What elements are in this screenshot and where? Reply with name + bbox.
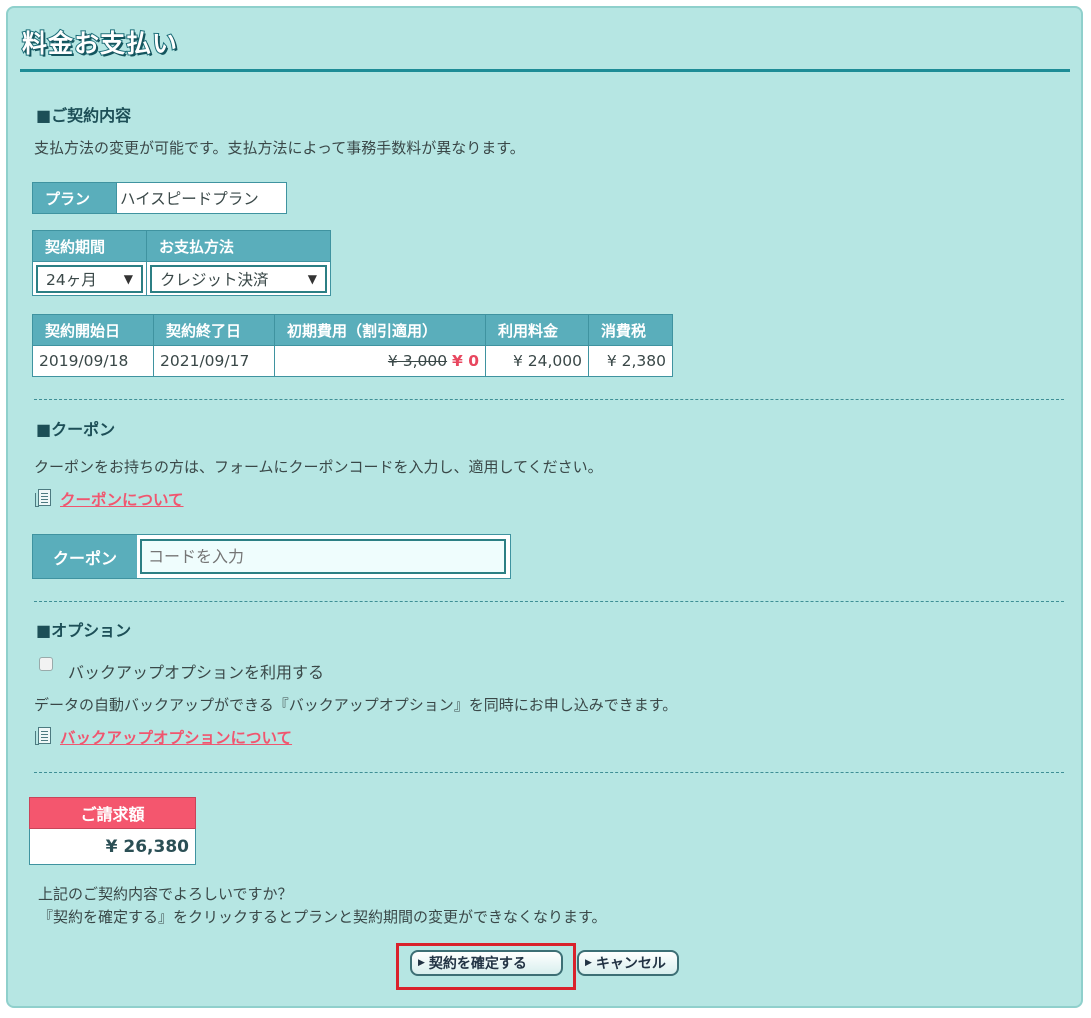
fee-header-usage: 利用料金 (485, 314, 589, 346)
end-date: 2021/09/17 (153, 345, 275, 377)
confirm-question: 上記のご契約内容でよろしいですか？ (38, 885, 293, 903)
coupon-input[interactable] (140, 539, 506, 574)
tax: ¥ 2,380 (588, 345, 673, 377)
divider (34, 399, 1064, 400)
contract-heading: ■ご契約内容 (36, 106, 132, 125)
initial-fee-original: ¥ 3,000 (387, 352, 448, 370)
period-payment-table: 契約期間 お支払方法 24ヶ月 ▼ クレジット決済 ▼ (32, 230, 331, 296)
start-date: 2019/09/18 (32, 345, 154, 377)
coupon-form: クーポン (32, 534, 511, 579)
payment-label: お支払方法 (146, 230, 331, 262)
initial-fee-discounted: ¥ 0 (452, 352, 479, 370)
divider (34, 601, 1064, 602)
period-select-value: 24ヶ月 (46, 270, 97, 289)
fee-table: 契約開始日 契約終了日 初期費用（割引適用） 利用料金 消費税 2019/09/… (32, 314, 673, 377)
page-title: 料金お支払い (21, 28, 179, 59)
contract-description: 支払方法の変更が可能です。支払方法によって事務手数料が異なります。 (34, 139, 525, 157)
billing-label: ご請求額 (29, 797, 196, 829)
fee-header-tax: 消費税 (588, 314, 673, 346)
cancel-button[interactable]: ▶ キャンセル (577, 950, 679, 976)
chevron-down-icon: ▼ (123, 271, 133, 286)
confirm-contract-button[interactable]: ▶ 契約を確定する (410, 950, 563, 976)
confirm-contract-label: 契約を確定する (428, 956, 527, 972)
backup-option-checkbox[interactable] (39, 657, 53, 671)
coupon-info-link[interactable]: クーポンについて (60, 488, 184, 510)
play-icon: ▶ (418, 958, 425, 968)
document-icon (35, 489, 51, 507)
backup-option-label[interactable]: バックアップオプションを利用する (68, 659, 324, 683)
coupon-description: クーポンをお持ちの方は、フォームにクーポンコードを入力し、適用してください。 (34, 458, 603, 476)
coupon-heading: ■クーポン (36, 420, 116, 439)
fee-header-start: 契約開始日 (32, 314, 154, 346)
option-heading: ■オプション (36, 621, 132, 640)
usage-fee: ¥ 24,000 (485, 345, 589, 377)
period-select[interactable]: 24ヶ月 ▼ (36, 264, 143, 293)
backup-option-info-link[interactable]: バックアップオプションについて (60, 726, 292, 748)
initial-fee-cell: ¥ 3,000 ¥ 0 (274, 345, 486, 377)
payment-select[interactable]: クレジット決済 ▼ (150, 264, 327, 293)
plan-value: ハイスピードプラン (116, 182, 287, 214)
play-icon: ▶ (585, 958, 592, 968)
period-label: 契約期間 (32, 230, 147, 262)
option-description: データの自動バックアップができる『バックアップオプション』を同時にお申し込みでき… (34, 696, 678, 714)
title-bar: 料金お支払い (20, 18, 1070, 72)
confirm-warning: 『契約を確定する』をクリックするとプランと契約期間の変更ができなくなります。 (38, 908, 607, 926)
coupon-label: クーポン (33, 535, 137, 578)
billing-amount: ¥ 26,380 (29, 829, 196, 865)
plan-table: プラン ハイスピードプラン (32, 182, 287, 214)
payment-panel: 料金お支払い ■ご契約内容 支払方法の変更が可能です。支払方法によって事務手数料… (6, 6, 1083, 1008)
chevron-down-icon: ▼ (307, 271, 317, 286)
cancel-label: キャンセル (595, 956, 666, 972)
fee-header-initial: 初期費用（割引適用） (274, 314, 486, 346)
payment-select-value: クレジット決済 (160, 270, 269, 289)
fee-header-end: 契約終了日 (153, 314, 275, 346)
period-cell: 24ヶ月 ▼ (32, 261, 147, 296)
plan-label: プラン (32, 182, 117, 214)
payment-cell: クレジット決済 ▼ (146, 261, 331, 296)
divider (34, 772, 1064, 773)
document-icon (35, 727, 51, 745)
